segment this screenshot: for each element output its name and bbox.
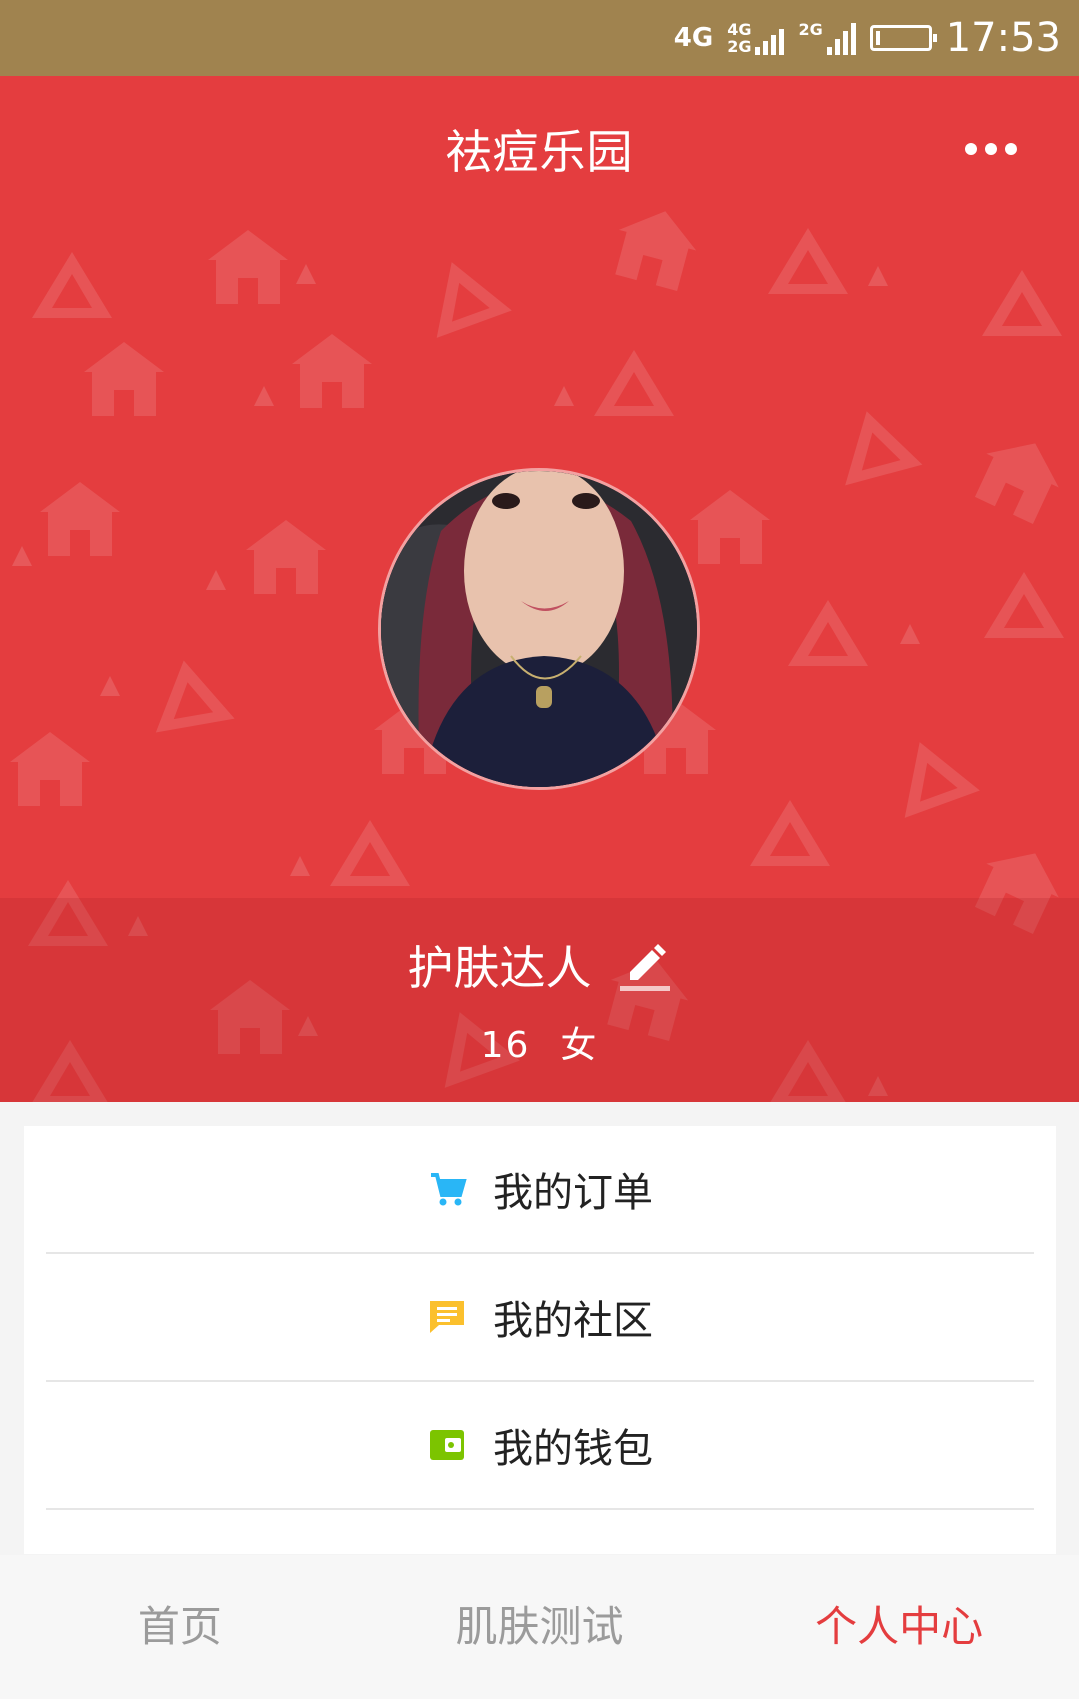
menu-item-community[interactable]: 我的社区	[46, 1254, 1034, 1382]
signal-bars-icon	[826, 21, 856, 55]
sim1-signal: 4G 2G	[727, 20, 785, 56]
profile-header: 祛痘乐园 护肤达人 16 女	[0, 76, 1079, 1102]
sim1-network-sub: 2G	[727, 37, 752, 56]
sim1-network: 4G	[727, 20, 752, 39]
wallet-icon	[430, 1430, 464, 1460]
signal-bars-icon	[755, 21, 785, 55]
avatar-photo	[381, 471, 697, 787]
more-horizontal-icon[interactable]	[961, 134, 1021, 164]
status-bar: 4G 4G 2G 2G 17:53	[0, 0, 1079, 76]
clock: 17:53	[945, 15, 1061, 61]
battery-low-icon	[869, 25, 937, 51]
user-avatar[interactable]	[378, 468, 700, 790]
menu-item-wallet[interactable]: 我的钱包	[46, 1382, 1034, 1510]
message-icon	[430, 1301, 464, 1333]
menu-item-label: 我的钱包	[493, 1426, 653, 1472]
nickname: 护肤达人	[407, 941, 592, 995]
user-gender: 女	[560, 1025, 599, 1066]
page-title: 祛痘乐园	[445, 125, 634, 179]
sim2-signal: 2G	[798, 20, 856, 55]
menu-item-label: 我的订单	[493, 1170, 653, 1216]
menu-item-label: 我的社区	[493, 1298, 653, 1344]
tab-skin-test[interactable]: 肌肤测试	[360, 1555, 720, 1699]
network-type: 4G	[673, 23, 714, 53]
user-age: 16	[480, 1025, 531, 1066]
menu-list: 我的订单 我的社区 我的钱包	[24, 1126, 1056, 1554]
menu-item-orders[interactable]: 我的订单	[46, 1126, 1034, 1254]
sim2-network: 2G	[798, 20, 823, 39]
tab-profile[interactable]: 个人中心	[719, 1555, 1079, 1699]
tab-home[interactable]: 首页	[0, 1555, 360, 1699]
bottom-tab-bar: 首页 肌肤测试 个人中心	[0, 1555, 1079, 1699]
profile-info: 护肤达人 16 女	[0, 898, 1079, 1102]
cart-icon	[431, 1173, 467, 1206]
edit-pencil-icon[interactable]	[618, 938, 672, 992]
